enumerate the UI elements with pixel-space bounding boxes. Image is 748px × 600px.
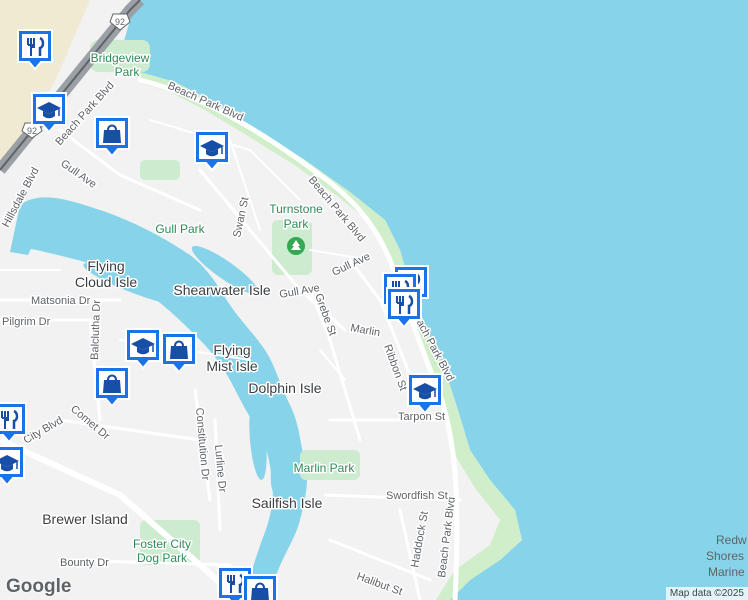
google-logo: Google [6, 576, 72, 597]
place-turnstone-park-line1: Turnstone [269, 202, 323, 216]
place-redwood-shores-line3: Marine [708, 565, 745, 579]
place-gull-park: Gull Park [155, 222, 205, 236]
place-sailfish-isle: Sailfish Isle [252, 495, 323, 511]
tree-icon[interactable] [287, 237, 305, 255]
place-foster-city-dog-park-line1: Foster City [133, 537, 191, 551]
highway-number-lower: 92 [27, 126, 37, 136]
map-canvas[interactable]: 92 92 Beach Park Blvd Beach Park Blvd Be… [0, 0, 748, 600]
road-label-pilgrim-dr: Pilgrim Dr [2, 316, 51, 328]
shopping-pin[interactable] [242, 574, 278, 600]
road-label-matsonia-dr: Matsonia Dr [31, 295, 91, 307]
place-dolphin-isle: Dolphin Isle [248, 380, 321, 396]
road-label-balclutha-dr: Balclutha Dr [89, 299, 103, 360]
place-flying-cloud-isle-line1: Flying [87, 258, 124, 274]
place-shearwater-isle: Shearwater Isle [173, 282, 270, 298]
place-redwood-shores-line1: Redw [716, 533, 747, 547]
place-bridgeview-park-line1: Bridgeview [91, 51, 150, 65]
highway-number: 92 [115, 17, 125, 27]
place-flying-mist-isle-line2: Mist Isle [206, 358, 258, 374]
place-flying-mist-isle-line1: Flying [213, 342, 250, 358]
place-flying-cloud-isle-line2: Cloud Isle [75, 274, 137, 290]
place-brewer-island: Brewer Island [42, 511, 128, 527]
place-bridgeview-park-line2: Park [115, 65, 141, 79]
map-attribution[interactable]: Map data ©2025 [665, 587, 748, 600]
place-foster-city-dog-park-line2: Dog Park [137, 551, 188, 565]
place-redwood-shores-line2: Shores [706, 549, 744, 563]
road-label-tarpon-st: Tarpon St [398, 411, 445, 423]
road-label-bounty-dr: Bounty Dr [60, 557, 109, 569]
road-label-swordfish-st: Swordfish St [386, 490, 448, 502]
place-marlin-park: Marlin Park [294, 461, 356, 475]
place-turnstone-park-line2: Park [284, 217, 310, 231]
